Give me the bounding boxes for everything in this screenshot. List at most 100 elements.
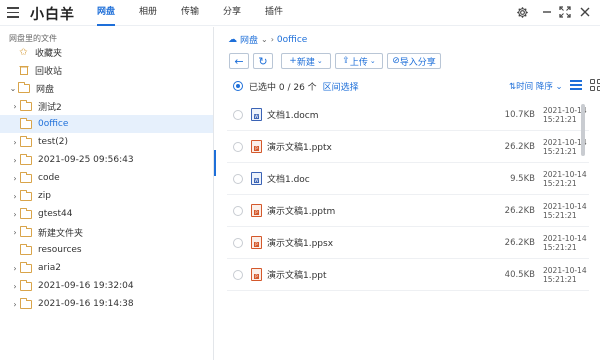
tree-item-label: test(2) <box>38 137 69 147</box>
tree-item-folder-selected[interactable]: 0office <box>0 115 213 133</box>
list-view-icon[interactable] <box>570 80 582 91</box>
upload-button[interactable]: ⇪ 上传 ⌄ <box>335 53 383 69</box>
folder-icon <box>20 261 32 273</box>
tab-album[interactable]: 相册 <box>127 0 169 26</box>
chevron-right-icon[interactable]: › <box>10 138 20 147</box>
chevron-down-icon[interactable]: ⌄ <box>261 35 268 44</box>
folder-icon <box>20 207 32 219</box>
grid-view-icon[interactable] <box>590 79 600 91</box>
file-list-scrollbar[interactable] <box>581 104 585 156</box>
tree-item-folder[interactable]: › zip <box>0 187 213 205</box>
chevron-right-icon[interactable]: › <box>10 156 20 165</box>
tree-item-folder[interactable]: › aria2 <box>0 259 213 277</box>
file-row[interactable]: W 文档1.docm 10.7KB 2021-10-14 15:21:21 <box>227 99 589 131</box>
tree-item-folder[interactable]: › 2021-09-16 19:14:38 <box>0 295 213 313</box>
refresh-button[interactable]: ↻ <box>253 53 273 69</box>
tree-item-folder[interactable]: resources <box>0 241 213 259</box>
chevron-right-icon[interactable]: › <box>10 282 20 291</box>
folder-icon <box>20 225 32 237</box>
row-checkbox[interactable] <box>233 237 243 248</box>
folder-icon <box>20 153 32 165</box>
tree-item-folder[interactable]: › 新建文件夹 <box>0 223 213 241</box>
folder-icon <box>20 243 32 255</box>
chevron-down-icon[interactable]: ⌄ <box>8 84 18 93</box>
file-date: 2021-10-14 15:21:21 <box>543 265 587 284</box>
tree-item-folder[interactable]: › 测试2 <box>0 97 213 115</box>
file-name: 文档1.doc <box>267 175 310 185</box>
select-all-radio[interactable] <box>233 81 243 91</box>
file-row[interactable]: P 演示文稿1.ppt 40.5KB 2021-10-14 15:21:21 <box>227 259 589 291</box>
tab-plugins[interactable]: 插件 <box>253 0 295 26</box>
folder-icon <box>20 189 32 201</box>
file-name: 演示文稿1.pptx <box>267 143 332 153</box>
back-button[interactable]: ← <box>229 53 249 69</box>
app-title: 小白羊 <box>30 7 75 23</box>
netdisk-icon: ☁ <box>228 34 237 45</box>
row-checkbox[interactable] <box>233 205 243 216</box>
gear-icon[interactable] <box>515 5 529 19</box>
selection-count: 已选中 0 / 26 个 <box>249 82 317 93</box>
tree-item-folder[interactable]: › 2021-09-16 19:32:04 <box>0 277 213 295</box>
tree-item-label: 收藏夹 <box>35 48 63 59</box>
chevron-right-icon[interactable]: › <box>10 300 20 309</box>
tree-item-label: aria2 <box>38 263 61 273</box>
folder-icon <box>20 117 32 129</box>
row-checkbox[interactable] <box>233 141 243 152</box>
refresh-icon: ↻ <box>258 54 268 68</box>
tab-transfer[interactable]: 传输 <box>169 0 211 26</box>
tree-item-label: code <box>38 173 60 183</box>
tree-item-netdisk[interactable]: ⌄ 网盘 <box>0 79 213 97</box>
new-button[interactable]: + 新建 ⌄ <box>281 53 331 69</box>
chevron-right-icon[interactable]: › <box>10 192 20 201</box>
tree-item-folder[interactable]: › test(2) <box>0 133 213 151</box>
menu-icon[interactable] <box>7 7 19 18</box>
file-name: 演示文稿1.ppsx <box>267 239 334 249</box>
tree-item-recycle-bin[interactable]: 回收站 <box>0 61 213 79</box>
row-checkbox[interactable] <box>233 269 243 280</box>
file-size: 26.2KB <box>504 205 535 216</box>
chevron-down-icon: ⌄ <box>316 57 323 65</box>
tree-item-favorites[interactable]: ✩ 收藏夹 <box>0 43 213 61</box>
file-row[interactable]: P 演示文稿1.ppsx 26.2KB 2021-10-14 15:21:21 <box>227 227 589 259</box>
word-file-icon: W <box>251 172 262 185</box>
powerpoint-file-icon: P <box>251 236 262 249</box>
row-checkbox[interactable] <box>233 109 243 120</box>
chevron-right-icon[interactable]: › <box>10 210 20 219</box>
folder-icon <box>20 99 32 111</box>
close-icon[interactable] <box>578 5 592 19</box>
tree-item-folder[interactable]: › 2021-09-25 09:56:43 <box>0 151 213 169</box>
arrow-left-icon: ← <box>234 54 244 68</box>
tab-share[interactable]: 分享 <box>211 0 253 26</box>
plus-icon: + <box>289 56 297 66</box>
tree-item-label: 2021-09-16 19:14:38 <box>38 299 134 309</box>
file-size: 26.2KB <box>504 141 535 152</box>
range-select-link[interactable]: 区间选择 <box>323 80 359 93</box>
folder-icon <box>20 279 32 291</box>
breadcrumb-root[interactable]: 网盘 <box>240 33 258 46</box>
folder-icon <box>20 135 32 147</box>
chevron-right-icon[interactable]: › <box>10 228 20 237</box>
chevron-right-icon[interactable]: › <box>10 264 20 273</box>
tree-item-label: 回收站 <box>35 66 63 77</box>
file-name: 演示文稿1.pptm <box>267 207 336 217</box>
row-checkbox[interactable] <box>233 173 243 184</box>
tree-item-label: 测试2 <box>38 102 62 113</box>
file-size: 10.7KB <box>504 109 535 120</box>
chevron-right-icon[interactable]: › <box>10 102 20 111</box>
file-name: 文档1.docm <box>267 111 319 121</box>
file-row[interactable]: P 演示文稿1.pptx 26.2KB 2021-10-14 15:21:21 <box>227 131 589 163</box>
file-row[interactable]: W 文档1.doc 9.5KB 2021-10-14 15:21:21 <box>227 163 589 195</box>
tree-item-folder[interactable]: › code <box>0 169 213 187</box>
maximize-icon[interactable] <box>558 5 572 19</box>
file-row[interactable]: P 演示文稿1.pptm 26.2KB 2021-10-14 15:21:21 <box>227 195 589 227</box>
folder-icon <box>20 171 32 183</box>
breadcrumb-current[interactable]: 0office <box>277 35 307 45</box>
tree-item-label: 0office <box>38 119 69 129</box>
import-share-button[interactable]: ⊘ 导入分享 <box>387 53 441 69</box>
minimize-icon[interactable] <box>540 5 554 19</box>
sort-dropdown[interactable]: ⇅时间 降序 ⌄ <box>509 80 563 92</box>
chevron-right-icon[interactable]: › <box>10 174 20 183</box>
tab-netdisk[interactable]: 网盘 <box>85 0 127 26</box>
tree-item-folder[interactable]: › gtest44 <box>0 205 213 223</box>
tree-item-label: 新建文件夹 <box>38 228 84 239</box>
